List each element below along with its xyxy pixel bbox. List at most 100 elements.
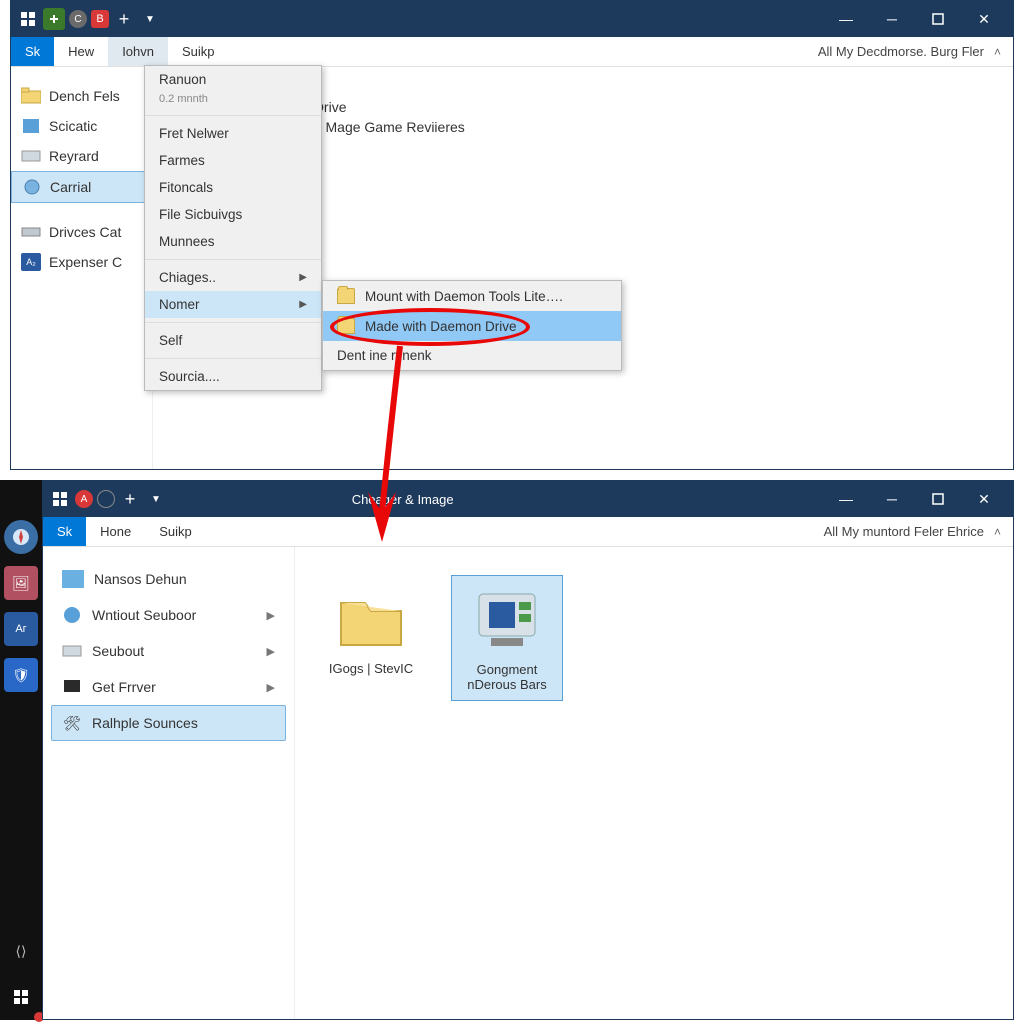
folder-icon [21, 87, 41, 105]
dropdown-caret-icon[interactable]: ▼ [139, 8, 161, 30]
menu-item[interactable]: Fitoncals [145, 174, 321, 201]
start-grid-icon[interactable] [4, 980, 38, 1014]
sidebar-item-wntiout[interactable]: Wntiout Seuboor ▶ [51, 597, 286, 633]
submenu-item-mount[interactable]: Mount with Daemon Tools Lite…. [323, 281, 621, 311]
minimize-button[interactable]: — [823, 481, 869, 517]
az-icon: A₂ [21, 253, 41, 271]
menu-item[interactable]: File Sicbuivgs [145, 201, 321, 228]
content-pane-2: IGogs | StevIC Gongment nDerous Bars [295, 547, 1013, 1019]
sidebar-item-scicatic[interactable]: Scicatic [11, 111, 152, 141]
menu-item-sourcia[interactable]: Sourcia.... [145, 363, 321, 390]
disc-icon [22, 178, 42, 196]
sidebar-item-label: Expenser C [49, 254, 122, 270]
chevron-right-icon: ▶ [267, 609, 275, 622]
plus-icon[interactable] [43, 8, 65, 30]
sidebar-item-label: Dench Fels [49, 88, 120, 104]
menubar-right-text: All My muntord Feler Ehrice˄ [812, 517, 1013, 546]
new-tab-plus-icon[interactable]: + [119, 488, 141, 510]
sidebar-item-nansos[interactable]: Nansos Dehun [51, 561, 286, 597]
close-button[interactable]: ✕ [961, 1, 1007, 37]
menu-item-chiages[interactable]: Chiages..▶ [145, 264, 321, 291]
app-grid-icon[interactable] [17, 8, 39, 30]
close-button[interactable]: ✕ [961, 481, 1007, 517]
sidebar-1: Dench Fels Scicatic Reyrard Carrial Driv… [11, 67, 153, 469]
menu-tab-2[interactable]: Suikp [168, 37, 229, 66]
menubar-2: Sk Hone Suikp All My muntord Feler Ehric… [43, 517, 1013, 547]
menu-item[interactable]: Farmes [145, 147, 321, 174]
minimize-button[interactable]: — [823, 1, 869, 37]
menubar-1: Sk Hew Iohvn Suikp All My Decdmorse. Bur… [11, 37, 1013, 67]
taskbar-app-safari-icon[interactable] [4, 520, 38, 554]
file-manager-window-2: A + ▼ Cheager & Image — ─ ✕ Sk Hone Suik… [42, 480, 1014, 1020]
collapse-chevron-icon[interactable]: ˄ [994, 525, 1001, 539]
collapse-chevron-icon[interactable]: ˄ [994, 45, 1001, 59]
titlebar-2[interactable]: A + ▼ Cheager & Image — ─ ✕ [43, 481, 1013, 517]
file-tile-label: Gongment nDerous Bars [456, 662, 558, 692]
menu-separator [145, 322, 321, 323]
new-tab-plus-icon[interactable]: + [113, 8, 135, 30]
red-badge-icon[interactable]: B [91, 10, 109, 28]
drive-icon [21, 147, 41, 165]
menu-tab-sk[interactable]: Sk [43, 517, 86, 546]
menu-item-nomer[interactable]: Nomer▶ [145, 291, 321, 318]
sidebar-item-dench[interactable]: Dench Fels [11, 81, 152, 111]
app-grid-icon[interactable] [49, 488, 71, 510]
taskbar-app-shield-icon[interactable]: 🛡 [4, 658, 38, 692]
submenu-item-dent[interactable]: Dent ine rvnenk [323, 341, 621, 370]
sidebar-item-getfrrver[interactable]: Get Frrver ▶ [51, 669, 286, 705]
folder-icon [337, 318, 355, 334]
menu-item-ranuon[interactable]: Ranuon [145, 66, 321, 93]
context-submenu: Mount with Daemon Tools Lite…. Made with… [322, 280, 622, 371]
tool-icon: 🛠 [62, 714, 82, 732]
menu-tab-1[interactable]: Suikp [145, 517, 206, 546]
submenu-item-made-daemon[interactable]: Made with Daemon Drive [323, 311, 621, 341]
circle-icon[interactable] [97, 490, 115, 508]
file-tile-label: IGogs | StevIC [329, 661, 413, 676]
maximize-button[interactable] [915, 481, 961, 517]
menu-tab-sk[interactable]: Sk [11, 37, 54, 66]
taskbar-app-image-icon[interactable]: 🖼 [4, 566, 38, 600]
taskbar-app-az-icon[interactable]: Aᴦ [4, 612, 38, 646]
sidebar-item-label: Reyrard [49, 148, 99, 164]
menu-tab-0[interactable]: Hone [86, 517, 145, 546]
menu-item-self[interactable]: Self [145, 327, 321, 354]
sidebar-2: Nansos Dehun Wntiout Seuboor ▶ Seubout▶ G… [43, 547, 295, 1019]
menu-item-sub: 0.2 mnnth [145, 93, 321, 111]
sidebar-item-ralhple[interactable]: 🛠Ralhple Sounces [51, 705, 286, 741]
globe-icon [62, 606, 82, 624]
menu-item[interactable]: Munnees [145, 228, 321, 255]
sidebar-item-reyrard[interactable]: Reyrard [11, 141, 152, 171]
sidebar-item-seubout[interactable]: Seubout▶ [51, 633, 286, 669]
chevron-right-icon: ▶ [267, 645, 275, 658]
menu-item[interactable]: Fret Nelwer [145, 120, 321, 147]
titlebar-1[interactable]: C B + ▼ — ─ ✕ [11, 1, 1013, 37]
menu-separator [145, 358, 321, 359]
menu-separator [145, 259, 321, 260]
menubar-right-text: All My Decdmorse. Burg Fler˄ [806, 37, 1013, 66]
sidebar-item-expenser[interactable]: A₂ Expenser C [11, 247, 152, 277]
minimize2-button[interactable]: ─ [869, 481, 915, 517]
sidebar-item-label: Get Frrver [92, 679, 156, 695]
maximize-button[interactable] [915, 1, 961, 37]
picture-icon [62, 570, 84, 588]
dropdown-caret-icon[interactable]: ▼ [145, 488, 167, 510]
sidebar-item-label: Wntiout Seuboor [92, 607, 196, 623]
body-2: Nansos Dehun Wntiout Seuboor ▶ Seubout▶ G… [43, 547, 1013, 1019]
chevron-right-icon: ▶ [299, 272, 307, 283]
file-tile-folder[interactable]: IGogs | StevIC [315, 575, 427, 684]
sidebar-item-carrial[interactable]: Carrial [11, 171, 152, 203]
file-tile-drive[interactable]: Gongment nDerous Bars [451, 575, 563, 701]
taskbar-collapse-icon[interactable]: ⟨⟩ [4, 934, 38, 968]
red-badge-icon[interactable]: A [75, 490, 93, 508]
drive-icon [21, 223, 41, 241]
sidebar-item-drivces[interactable]: Drivces Cat [11, 217, 152, 247]
folder-icon [335, 583, 407, 655]
window-title: Cheager & Image [352, 492, 454, 507]
menu-separator [145, 115, 321, 116]
tab-icon[interactable]: C [69, 10, 87, 28]
chevron-right-icon: ▶ [267, 681, 275, 694]
app-icon [21, 117, 41, 135]
menu-tab-0[interactable]: Hew [54, 37, 108, 66]
menu-tab-1[interactable]: Iohvn [108, 37, 168, 66]
minimize2-button[interactable]: ─ [869, 1, 915, 37]
